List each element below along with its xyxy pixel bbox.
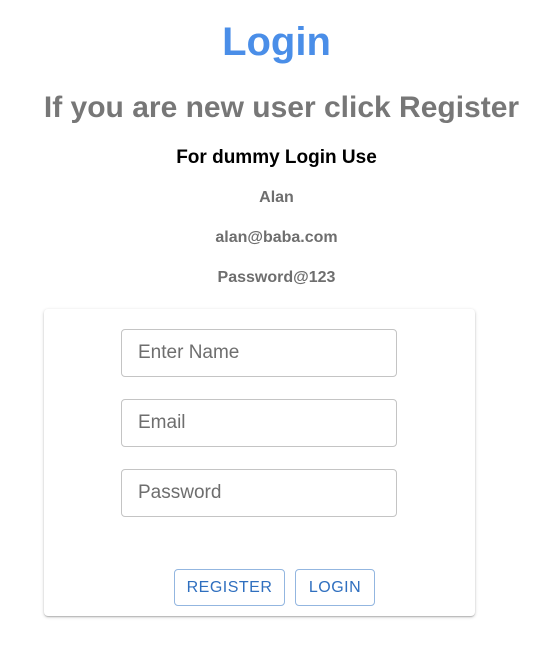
dummy-login-heading: For dummy Login Use xyxy=(176,147,377,168)
password-input[interactable] xyxy=(121,469,397,517)
dummy-password: Password@123 xyxy=(217,269,336,286)
login-form-card: REGISTER LOGIN xyxy=(44,309,475,616)
name-input[interactable] xyxy=(121,329,397,377)
login-page: Login If you are new user click Register… xyxy=(0,0,553,651)
page-title: Login xyxy=(222,20,331,64)
page-subtitle: If you are new user click Register xyxy=(43,91,520,124)
email-input[interactable] xyxy=(121,399,397,447)
dummy-email: alan@baba.com xyxy=(215,229,338,246)
register-button[interactable]: REGISTER xyxy=(174,569,285,606)
login-button[interactable]: LOGIN xyxy=(295,569,375,606)
dummy-name: Alan xyxy=(259,189,294,206)
